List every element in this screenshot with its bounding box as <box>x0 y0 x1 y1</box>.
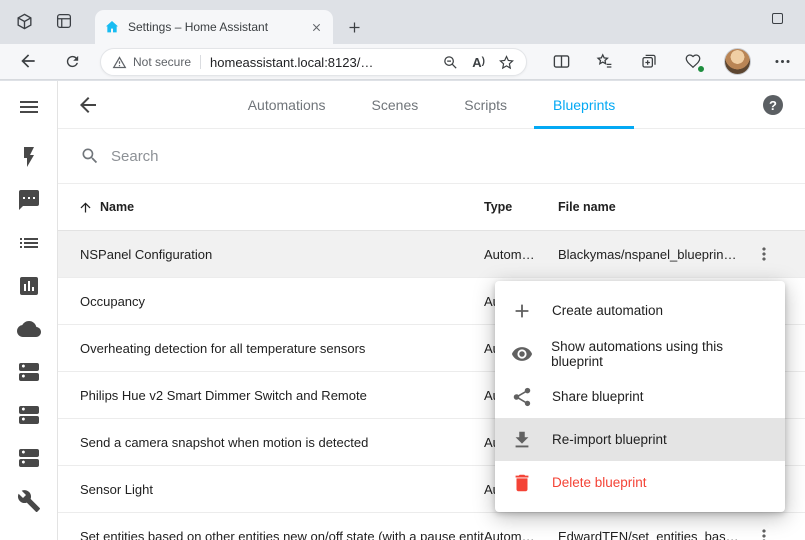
security-label: Not secure <box>133 55 191 69</box>
row-overflow-menu-button[interactable] <box>748 522 776 540</box>
context-menu-item-label: Share blueprint <box>552 389 644 404</box>
server-icon[interactable] <box>17 446 41 470</box>
tab-actions-icon[interactable] <box>54 11 74 31</box>
row-type: Autom… <box>484 529 558 540</box>
context-menu-item-label: Re-import blueprint <box>552 432 667 447</box>
ha-tab[interactable]: Scripts <box>441 81 530 129</box>
not-secure-warning-icon <box>112 55 127 70</box>
row-name: Sensor Light <box>58 482 484 497</box>
sort-arrow-up-icon <box>78 200 93 215</box>
table-row[interactable]: NSPanel Configuration Autom… Blackymas/n… <box>58 231 805 278</box>
row-name: Philips Hue v2 Smart Dimmer Switch and R… <box>58 388 484 403</box>
home-assistant-app: Automations Scenes Scripts Blueprints ? … <box>0 81 805 540</box>
server-icon[interactable] <box>17 403 41 427</box>
refresh-button[interactable] <box>58 47 86 75</box>
tab-title: Settings – Home Assistant <box>128 20 300 34</box>
row-name: Set entities based on other entities new… <box>58 529 484 540</box>
maximize-button[interactable] <box>759 2 795 34</box>
server-icon[interactable] <box>17 360 41 384</box>
essentials-status-dot <box>697 65 705 73</box>
share-icon <box>511 386 533 408</box>
context-menu-item[interactable]: Show automations using this blueprint <box>495 332 785 375</box>
energy-icon[interactable] <box>17 145 41 169</box>
search-input[interactable] <box>111 148 783 165</box>
row-file: Blackymas/nspanel_blueprin… <box>558 247 748 262</box>
ha-header: Automations Scenes Scripts Blueprints ? <box>58 81 805 129</box>
new-tab-button[interactable] <box>342 15 366 39</box>
trash-icon <box>511 472 533 494</box>
address-url: homeassistant.local:8123/… <box>210 55 429 70</box>
row-name: Occupancy <box>58 294 484 309</box>
sort-by-name-header[interactable]: Name <box>58 200 484 215</box>
address-divider <box>200 55 201 69</box>
settings-more-icon[interactable] <box>768 47 796 75</box>
row-name: Overheating detection for all temperatur… <box>58 341 484 356</box>
context-menu-item[interactable]: Create automation <box>495 289 785 332</box>
blueprint-context-menu: Create automation Show automations using… <box>495 281 785 512</box>
profile-avatar[interactable] <box>724 48 751 75</box>
ha-tab[interactable]: Automations <box>225 81 349 129</box>
plus-icon <box>511 300 533 322</box>
logbook-icon[interactable] <box>17 231 41 255</box>
table-row[interactable]: Set entities based on other entities new… <box>58 513 805 540</box>
back-button[interactable] <box>14 47 42 75</box>
ha-tab[interactable]: Scenes <box>349 81 442 129</box>
row-name: NSPanel Configuration <box>58 247 484 262</box>
column-header-name: Name <box>100 200 134 214</box>
favorites-icon[interactable] <box>591 47 619 75</box>
search-row <box>58 129 805 184</box>
browser-navbar: Not secure homeassistant.local:8123/… A) <box>0 44 805 80</box>
tools-icon[interactable] <box>17 489 41 513</box>
workspaces-icon[interactable] <box>14 11 34 31</box>
ha-tab-bar: Automations Scenes Scripts Blueprints <box>58 81 805 129</box>
context-menu-item[interactable]: Re-import blueprint <box>495 418 785 461</box>
column-header-file[interactable]: File name <box>558 200 748 214</box>
home-assistant-favicon <box>104 19 120 35</box>
search-icon <box>80 146 100 166</box>
eye-icon <box>511 343 533 365</box>
zoom-indicator-icon[interactable] <box>442 54 459 71</box>
browser-tab[interactable]: Settings – Home Assistant <box>95 10 333 44</box>
context-menu-item-label: Delete blueprint <box>552 475 647 490</box>
column-header-type[interactable]: Type <box>484 200 558 214</box>
add-favorite-star-icon[interactable] <box>498 54 515 71</box>
ha-tab[interactable]: Blueprints <box>530 81 638 129</box>
context-menu-item-label: Create automation <box>552 303 663 318</box>
split-screen-icon[interactable] <box>547 47 575 75</box>
download-icon <box>511 429 533 451</box>
row-type: Autom… <box>484 247 558 262</box>
row-overflow-menu-button[interactable] <box>748 240 776 268</box>
browser-titlebar: Settings – Home Assistant <box>0 0 805 44</box>
address-bar[interactable]: Not secure homeassistant.local:8123/… A) <box>100 48 527 76</box>
ha-sidebar <box>0 81 58 540</box>
browser-essentials-icon[interactable] <box>679 47 707 75</box>
context-menu-item[interactable]: Delete blueprint <box>495 461 785 504</box>
menu-icon[interactable] <box>17 95 41 119</box>
help-icon[interactable]: ? <box>763 95 783 115</box>
table-header: Name Type File name <box>58 184 805 231</box>
kebab-menu-icon <box>754 526 774 540</box>
assist-icon[interactable] <box>17 188 41 212</box>
history-icon[interactable] <box>17 274 41 298</box>
context-menu-item-label: Show automations using this blueprint <box>551 339 770 369</box>
read-aloud-icon[interactable]: A) <box>472 55 485 70</box>
context-menu-item[interactable]: Share blueprint <box>495 375 785 418</box>
row-file: EdwardTEN/set_entities_bas… <box>558 529 748 540</box>
cloud-icon[interactable] <box>17 317 41 341</box>
collections-icon[interactable] <box>635 47 663 75</box>
maximize-icon <box>772 13 783 24</box>
kebab-menu-icon <box>754 244 774 264</box>
tab-close-icon[interactable] <box>308 19 324 35</box>
row-name: Send a camera snapshot when motion is de… <box>58 435 484 450</box>
window-controls <box>759 0 795 36</box>
